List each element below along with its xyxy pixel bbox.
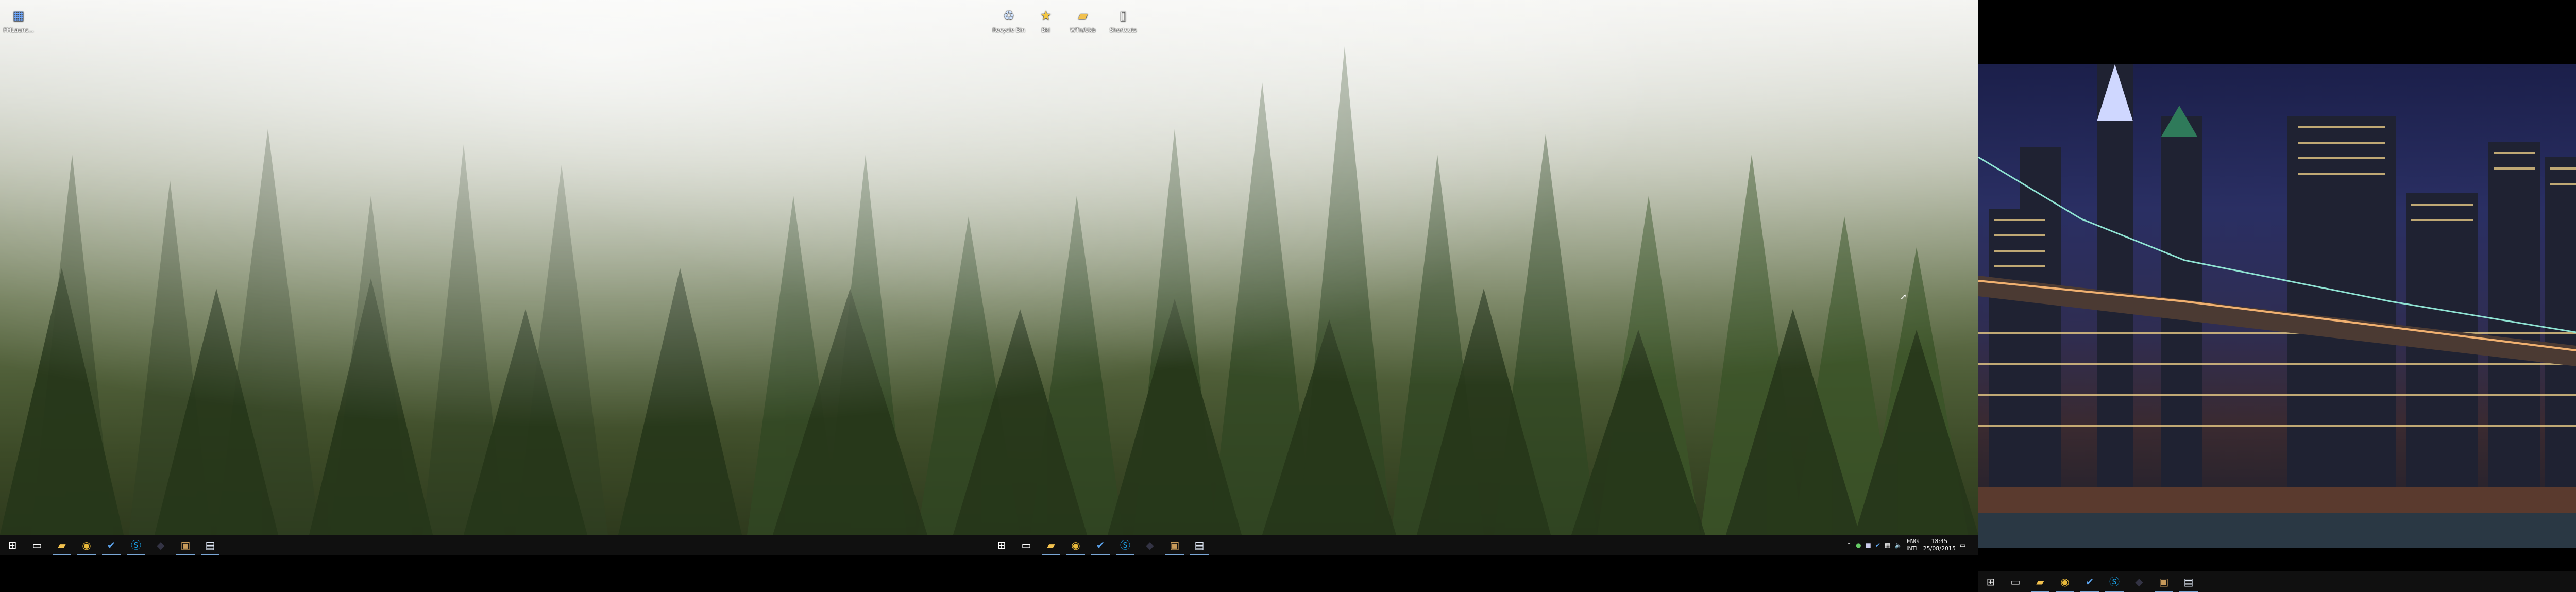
folder-icon: ▰: [1078, 8, 1088, 23]
taskbar-app-check-3[interactable]: ✔: [2077, 571, 2102, 592]
window-icon: ▤: [1194, 539, 1205, 551]
box-icon: ▣: [2159, 576, 2169, 588]
taskbar-app-box[interactable]: ▣: [173, 535, 198, 555]
tray-app-icon[interactable]: ✔: [1875, 542, 1880, 549]
volume-icon[interactable]: 🔈: [1894, 542, 1902, 549]
box-icon: ▣: [180, 539, 191, 551]
document-icon: ▯: [1120, 8, 1127, 23]
fog-overlay: [0, 0, 1978, 535]
task-view-button-2[interactable]: ▭: [1014, 535, 1039, 555]
desktop-icon-fmlauncher[interactable]: ▦ FMLaunc...: [2, 6, 35, 33]
windows-logo-icon: ⊞: [8, 539, 17, 551]
language-indicator[interactable]: ENG INTL: [1906, 538, 1919, 552]
window-icon: ▤: [205, 539, 215, 551]
clock[interactable]: 18:45 25/08/2015: [1923, 538, 1956, 552]
app-icon: ▦: [12, 8, 25, 23]
folder-icon: ▰: [58, 539, 66, 551]
desktop-wallpaper-forest[interactable]: ▦ FMLaunc... ♻ Recycle Bin ★ Bkl ▰ WTn/U…: [0, 0, 1978, 535]
taskbar-app-dark-3[interactable]: ◆: [2127, 571, 2151, 592]
task-view-icon: ▭: [1021, 539, 1031, 551]
desktop-icon-shortcuts[interactable]: ▯ Shortcuts: [1107, 6, 1140, 33]
monitor-1: ▦ FMLaunc... ♻ Recycle Bin ★ Bkl ▰ WTn/U…: [0, 0, 1978, 592]
desktop-icon-bkl[interactable]: ★ Bkl: [1029, 6, 1062, 33]
chrome-icon: ◉: [82, 539, 91, 551]
taskbar-app-skype-3[interactable]: Ⓢ: [2102, 571, 2127, 592]
folder-icon: ▰: [2036, 576, 2044, 588]
skype-icon: Ⓢ: [131, 539, 141, 551]
taskbar-app-skype-2[interactable]: Ⓢ: [1113, 535, 1138, 555]
taskbar-app-chrome-3[interactable]: ◉: [2053, 571, 2077, 592]
start-button[interactable]: ⊞: [0, 535, 25, 555]
skype-icon: Ⓢ: [1120, 539, 1130, 551]
taskbar-app-file-explorer-2[interactable]: ▰: [1039, 535, 1063, 555]
taskbar-app-file-explorer-3[interactable]: ▰: [2028, 571, 2053, 592]
taskbar-app-skype[interactable]: Ⓢ: [124, 535, 148, 555]
desktop-icon-label: Bkl: [1041, 27, 1050, 33]
taskbar-app-chrome[interactable]: ◉: [74, 535, 99, 555]
desktop-icon-wtn[interactable]: ▰ WTn/Ukb: [1066, 6, 1099, 33]
taskbar-app-box-2[interactable]: ▣: [1162, 535, 1187, 555]
system-tray: ⌃ ● ■ ✔ ▦ 🔈 ENG INTL 18:45 25/08/2015 ▭: [1844, 535, 1968, 555]
tray-app-icon[interactable]: ●: [1856, 542, 1861, 549]
windows-logo-icon: ⊞: [997, 539, 1006, 551]
taskbar-center-group: ⊞ ▭ ▰ ◉ ✔ Ⓢ ◆ ▣ ▤: [989, 535, 1212, 555]
taskbar-app-box-3[interactable]: ▣: [2151, 571, 2176, 592]
clock-date: 25/08/2015: [1923, 545, 1956, 552]
desktop-icon-recycle-bin[interactable]: ♻ Recycle Bin: [992, 6, 1025, 33]
notifications-icon[interactable]: ▭: [1960, 542, 1965, 549]
checkmark-icon: ✔: [107, 539, 116, 551]
taskbar-app-check[interactable]: ✔: [99, 535, 124, 555]
taskbar-app-file-explorer[interactable]: ▰: [49, 535, 74, 555]
checkmark-icon: ✔: [2085, 576, 2094, 588]
desktop-icon-label: FMLaunc...: [3, 27, 34, 33]
recycle-bin-icon: ♻: [1003, 8, 1014, 23]
window-icon: ▤: [2183, 576, 2194, 588]
start-button-2[interactable]: ⊞: [989, 535, 1014, 555]
box-icon: ▣: [1170, 539, 1180, 551]
mouse-cursor: ➚: [1900, 292, 1907, 301]
app-icon: ◆: [2135, 576, 2143, 588]
taskbar-app-window-3[interactable]: ▤: [2176, 571, 2201, 592]
taskbar-app-chrome-2[interactable]: ◉: [1063, 535, 1088, 555]
folder-icon: ▰: [1047, 539, 1055, 551]
taskbar-app-dark[interactable]: ◆: [148, 535, 173, 555]
taskbar-app-check-2[interactable]: ✔: [1088, 535, 1113, 555]
layout-label: INTL: [1906, 545, 1919, 552]
star-folder-icon: ★: [1040, 8, 1052, 23]
taskbar-app-dark-2[interactable]: ◆: [1138, 535, 1162, 555]
app-icon: ◆: [1146, 539, 1154, 551]
chrome-icon: ◉: [2060, 576, 2070, 588]
task-view-icon: ▭: [2010, 576, 2021, 588]
start-button-3[interactable]: ⊞: [1978, 571, 2003, 592]
desktop-icon-label: Recycle Bin: [992, 27, 1025, 33]
checkmark-icon: ✔: [1096, 539, 1105, 551]
chrome-icon: ◉: [1071, 539, 1080, 551]
clock-time: 18:45: [1931, 538, 1948, 545]
network-icon[interactable]: ▦: [1885, 542, 1890, 549]
desktop-icon-label: WTn/Ukb: [1070, 27, 1096, 33]
city-skyline-illustration: [1978, 64, 2576, 548]
app-icon: ◆: [157, 539, 165, 551]
tray-app-icon[interactable]: ■: [1866, 542, 1871, 549]
desktop-wallpaper-city[interactable]: [1978, 64, 2576, 548]
taskbar-app-window-2[interactable]: ▤: [1187, 535, 1212, 555]
language-label: ENG: [1906, 538, 1919, 545]
task-view-button[interactable]: ▭: [25, 535, 49, 555]
taskbar-main: ⊞ ▭ ▰ ◉ ✔ Ⓢ ◆ ▣ ▤ ⊞ ▭ ▰ ◉ ✔ Ⓢ ◆ ▣ ▤ ⌃ ● …: [0, 535, 1978, 555]
taskbar-app-window[interactable]: ▤: [198, 535, 223, 555]
task-view-button-3[interactable]: ▭: [2003, 571, 2028, 592]
desktop-icon-label: Shortcuts: [1109, 27, 1137, 33]
show-hidden-icons-icon[interactable]: ⌃: [1846, 542, 1852, 549]
skype-icon: Ⓢ: [2109, 576, 2120, 588]
windows-logo-icon: ⊞: [1986, 576, 1995, 588]
taskbar-secondary: ⊞ ▭ ▰ ◉ ✔ Ⓢ ◆ ▣ ▤: [1978, 571, 2576, 592]
task-view-icon: ▭: [32, 539, 42, 551]
monitor-2: ⊞ ▭ ▰ ◉ ✔ Ⓢ ◆ ▣ ▤: [1978, 0, 2576, 592]
